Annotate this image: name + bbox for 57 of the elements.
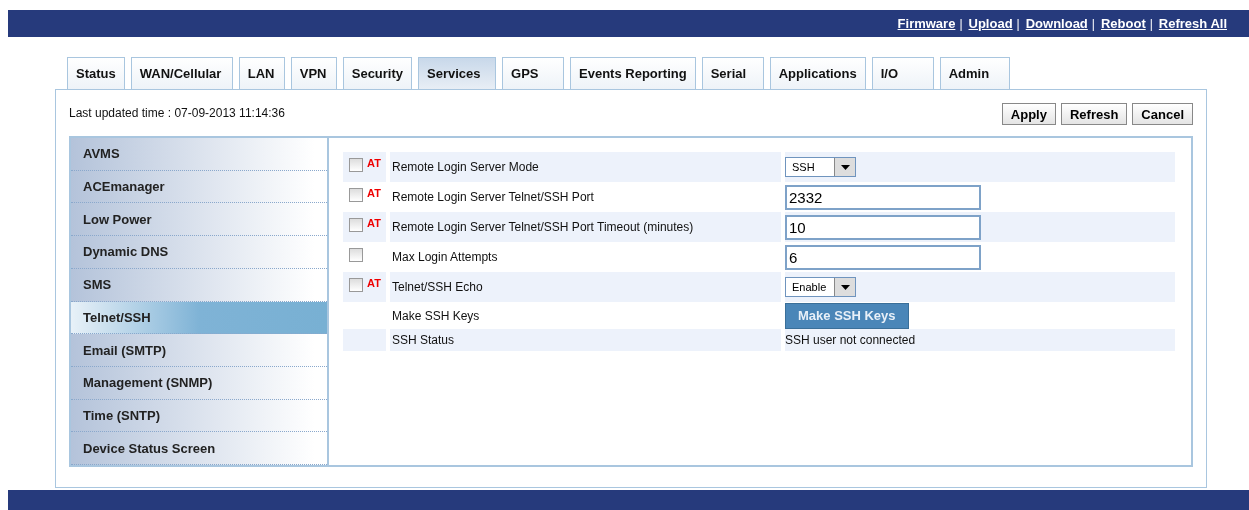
input-field[interactable]: 2332 xyxy=(785,184,981,210)
tab[interactable]: Services xyxy=(418,57,497,89)
setting-label: Telnet/SSH Echo xyxy=(390,272,781,302)
tab[interactable]: Admin xyxy=(939,57,1010,89)
checkbox[interactable] xyxy=(349,278,363,292)
separator-text: | xyxy=(1149,16,1153,31)
status-text: SSH user not connected xyxy=(785,333,916,347)
at-label: AT xyxy=(367,187,381,199)
sidebar-item[interactable]: Telnet/SSH xyxy=(71,301,327,335)
tab[interactable]: Events Reporting xyxy=(570,57,696,89)
sidebar-item[interactable]: ACEmanager xyxy=(71,170,327,204)
header-link[interactable]: Download xyxy=(1025,16,1088,31)
sidebar-item[interactable]: AVMS xyxy=(71,138,327,171)
action-button[interactable]: Refresh xyxy=(1060,103,1128,125)
header-link[interactable]: Refresh All xyxy=(1158,16,1227,31)
at-label: AT xyxy=(367,277,381,289)
setting-label: Remote Login Server Telnet/SSH Port Timeout (minutes) xyxy=(390,212,781,242)
tab[interactable]: Security xyxy=(342,57,413,89)
at-label: AT xyxy=(367,217,381,229)
tab[interactable]: WAN/Cellular xyxy=(130,57,233,89)
setting-label: Remote Login Server Mode xyxy=(390,152,781,182)
tab[interactable]: Status xyxy=(67,57,125,89)
separator-text: | xyxy=(1091,16,1095,31)
checkbox[interactable] xyxy=(349,158,363,172)
input-field[interactable]: 10 xyxy=(785,214,981,240)
checkbox[interactable] xyxy=(349,188,363,202)
checkbox[interactable] xyxy=(349,248,363,262)
sidebar-item[interactable]: Device Status Screen xyxy=(71,432,327,466)
setting-label: Max Login Attempts xyxy=(391,249,499,266)
sidebar-item[interactable]: SMS xyxy=(71,268,327,302)
header-link[interactable]: Upload xyxy=(968,16,1013,31)
separator-text: | xyxy=(959,16,963,31)
dropdown[interactable]: Enable xyxy=(785,277,856,297)
at-label: AT xyxy=(367,157,381,169)
header-link[interactable]: Reboot xyxy=(1100,16,1146,31)
sidebar-item[interactable]: Dynamic DNS xyxy=(71,236,327,269)
sidebar-item[interactable]: Email (SMTP) xyxy=(71,334,327,367)
checkbox[interactable] xyxy=(349,218,363,232)
sidebar-item[interactable]: Low Power xyxy=(71,203,327,237)
sidebar-item[interactable]: Time (SNTP) xyxy=(71,399,327,433)
tab[interactable]: Serial xyxy=(701,57,764,89)
tab[interactable]: GPS xyxy=(502,57,565,89)
tab[interactable]: VPN xyxy=(290,57,337,89)
tab[interactable]: LAN xyxy=(238,57,285,89)
last-updated-text: Last updated time : 07-09-2013 11:14:36 xyxy=(69,106,285,120)
tab[interactable]: Applications xyxy=(769,57,866,89)
input-field[interactable]: 6 xyxy=(785,244,981,270)
action-button[interactable]: Apply xyxy=(1001,103,1056,125)
action-button[interactable]: Cancel xyxy=(1132,103,1193,125)
tab[interactable]: I/O xyxy=(871,57,934,89)
dropdown[interactable]: SSH xyxy=(785,157,856,177)
setting-label: Remote Login Server Telnet/SSH Port xyxy=(391,189,595,206)
sidebar-item[interactable]: Management (SNMP) xyxy=(71,366,327,400)
setting-label: SSH Status xyxy=(390,329,781,351)
setting-label: Make SSH Keys xyxy=(391,307,481,325)
separator-text: | xyxy=(1016,16,1020,31)
header-link[interactable]: Firmware xyxy=(897,16,956,31)
